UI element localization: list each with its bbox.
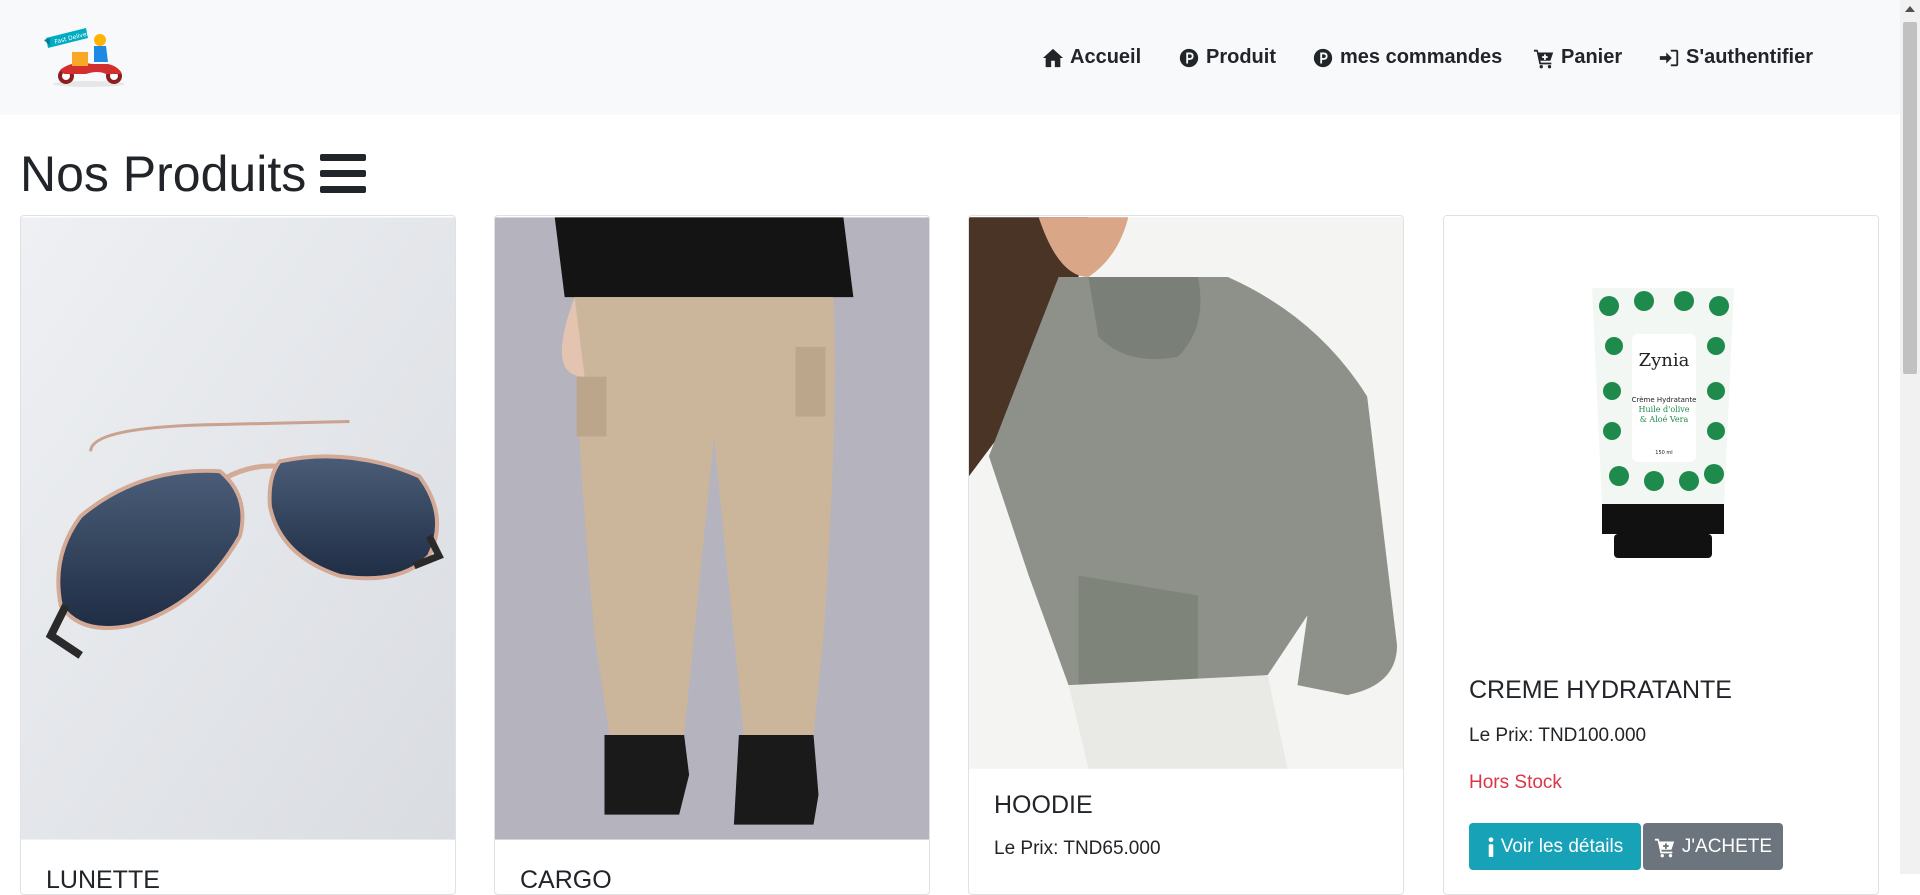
svg-text:Crème Hydratante: Crème Hydratante [1632, 396, 1697, 404]
home-icon [1042, 48, 1064, 67]
product-title: HOODIE [994, 791, 1093, 819]
delivery-logo[interactable]: Fast Delivery [42, 26, 136, 88]
nav-login-label: S'authentifier [1686, 46, 1813, 68]
svg-text:Huile d'olive: Huile d'olive [1638, 405, 1689, 414]
card-body: CARGO [520, 866, 910, 894]
buy-label: J'ACHETE [1681, 835, 1773, 857]
nav-produit[interactable]: Produit [1178, 0, 1276, 115]
page-title-text: Nos Produits [20, 146, 307, 202]
product-card-creme-hydratante: Zynia Crème Hydratante Huile d'olive & A… [1443, 215, 1879, 895]
product-price: Le Prix: TND65.000 [994, 838, 1161, 859]
product-image-cargo[interactable] [495, 216, 929, 841]
nav-home-label: Accueil [1070, 46, 1142, 68]
nav-mes-commandes[interactable]: mes commandes [1312, 0, 1502, 115]
p-circle-icon [1179, 48, 1199, 67]
nav-mes-commandes-label: mes commandes [1340, 46, 1503, 68]
nav-produit-label: Produit [1206, 46, 1276, 68]
product-price: Le Prix: TND100.000 [1469, 725, 1647, 746]
buy-button[interactable]: J'ACHETE [1643, 823, 1783, 870]
view-details-button[interactable]: Voir les détails [1469, 823, 1641, 870]
product-image-hoodie[interactable] [969, 216, 1403, 770]
cart-icon [1654, 838, 1675, 857]
navbar: Fast Delivery Accueil Produit mes comman… [0, 0, 1900, 115]
nav-home[interactable]: Accueil [1042, 0, 1141, 115]
scrollbar-thumb[interactable] [1903, 22, 1917, 374]
p-circle-icon [1313, 48, 1333, 67]
product-card-hoodie: HOODIE Le Prix: TND65.000 [968, 215, 1404, 895]
nav-panier-label: Panier [1561, 46, 1623, 68]
product-title: CREME HYDRATANTE [1469, 676, 1732, 704]
product-card-lunette: LUNETTE [20, 215, 456, 895]
page-title: Nos Produits [20, 145, 367, 203]
nav-panier[interactable]: Panier [1533, 0, 1622, 115]
cart-icon [1533, 49, 1554, 68]
svg-text:150 ml: 150 ml [1655, 450, 1672, 456]
bars-icon[interactable] [320, 152, 367, 196]
stock-status-badge: Hors Stock [1469, 772, 1562, 793]
card-body: CREME HYDRATANTE Le Prix: TND100.000 Hor… [1469, 676, 1859, 794]
card-body: LUNETTE [46, 866, 436, 894]
product-title: CARGO [520, 866, 612, 894]
view-details-label: Voir les détails [1500, 835, 1624, 857]
card-body: HOODIE Le Prix: TND65.000 [994, 791, 1384, 860]
svg-text:Zynia: Zynia [1639, 350, 1690, 371]
product-image-cream[interactable]: Zynia Crème Hydratante Huile d'olive & A… [1444, 216, 1879, 586]
nav-login[interactable]: S'authentifier [1658, 0, 1813, 115]
login-icon [1659, 49, 1679, 66]
product-image-sunglasses[interactable] [21, 216, 455, 841]
svg-text:& Aloé Vera: & Aloé Vera [1640, 415, 1689, 424]
product-title: LUNETTE [46, 866, 160, 894]
info-icon [1488, 836, 1494, 857]
scroll-up-icon[interactable] [1905, 6, 1915, 12]
product-card-cargo: CARGO [494, 215, 930, 895]
